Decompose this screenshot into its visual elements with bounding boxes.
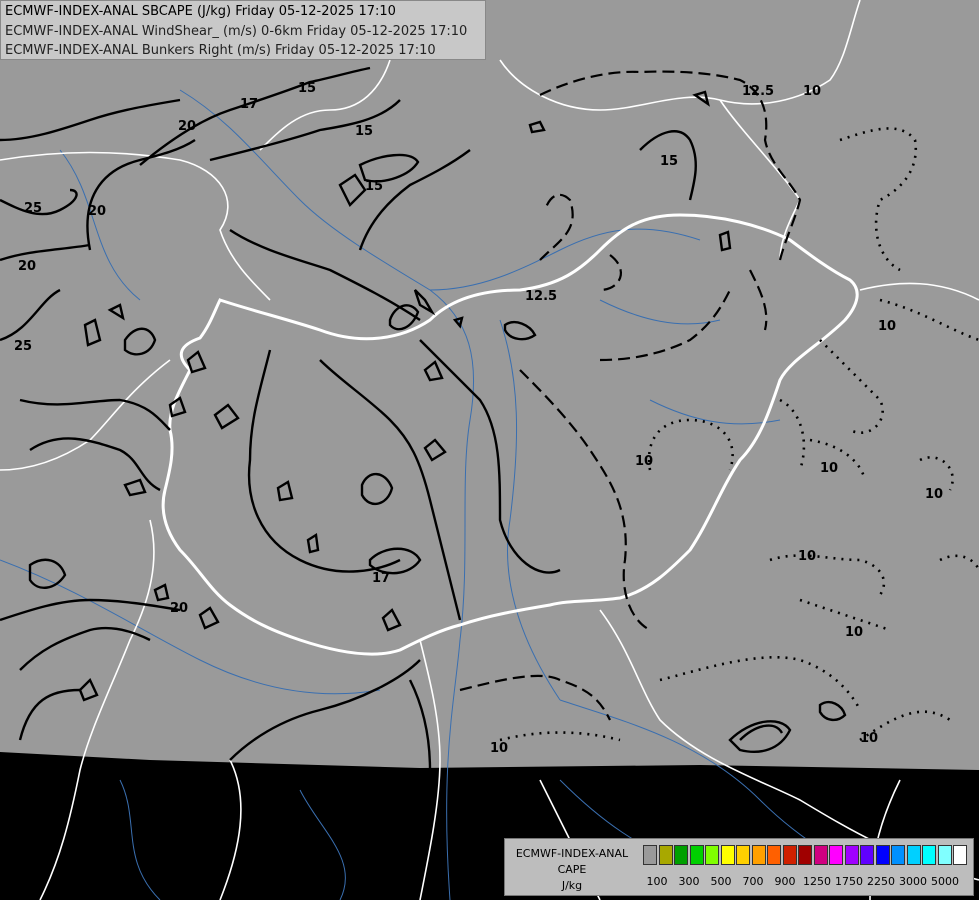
legend-swatch bbox=[736, 845, 750, 865]
legend-swatch bbox=[844, 845, 859, 865]
legend-tick: 900 bbox=[774, 875, 796, 888]
title-windshear: ECMWF-INDEX-ANAL WindShear_ (m/s) 0-6km … bbox=[5, 24, 468, 39]
legend-swatch bbox=[860, 845, 874, 865]
title-sbcape: ECMWF-INDEX-ANAL SBCAPE (J/kg) Friday 05… bbox=[5, 4, 396, 19]
legend-swatch bbox=[798, 845, 812, 865]
model-domain-main bbox=[0, 40, 979, 770]
contour-label: 10 bbox=[798, 549, 816, 564]
legend-tick: 5000 bbox=[931, 875, 959, 888]
legend-swatch bbox=[953, 845, 967, 865]
contour-label: 25 bbox=[14, 339, 32, 354]
contour-label: 10 bbox=[878, 319, 896, 334]
legend-swatch bbox=[643, 845, 657, 865]
contour-label: 10 bbox=[845, 625, 863, 640]
legend-title: ECMWF-INDEX-ANAL bbox=[515, 847, 629, 860]
legend-tick: 700 bbox=[742, 875, 764, 888]
contour-label: 15 bbox=[660, 154, 678, 169]
legend-swatch bbox=[705, 845, 719, 865]
legend-swatch bbox=[720, 845, 735, 865]
legend-tick: 500 bbox=[710, 875, 732, 888]
contour-label: 10 bbox=[925, 487, 943, 502]
contour-label: 25 bbox=[24, 201, 42, 216]
legend-swatch bbox=[922, 845, 936, 865]
contour-label: 20 bbox=[18, 259, 36, 274]
legend-swatch bbox=[782, 845, 797, 865]
legend-swatch bbox=[813, 845, 828, 865]
legend-swatch bbox=[674, 845, 688, 865]
contour-label: 10 bbox=[803, 84, 821, 99]
legend-tick: 100 bbox=[646, 875, 668, 888]
legend-swatch bbox=[767, 845, 781, 865]
contour-label: 20 bbox=[170, 601, 188, 616]
contour-label: 20 bbox=[88, 204, 106, 219]
legend-swatch bbox=[658, 845, 673, 865]
title-bunkers: ECMWF-INDEX-ANAL Bunkers Right (m/s) Fri… bbox=[5, 43, 436, 58]
contour-label: 10 bbox=[820, 461, 838, 476]
contour-label: 17 bbox=[240, 97, 258, 112]
contour-label: 10 bbox=[490, 741, 508, 756]
legend-swatch bbox=[906, 845, 921, 865]
contour-label: 15 bbox=[365, 179, 383, 194]
legend-swatch bbox=[829, 845, 843, 865]
legend-tick: 2250 bbox=[867, 875, 895, 888]
weather-map: 17 15 20 25 20 15 15 25 20 17 20 12.5 12… bbox=[0, 0, 979, 900]
contour-label: 20 bbox=[178, 119, 196, 134]
legend-swatch bbox=[937, 845, 952, 865]
contour-label: 15 bbox=[355, 124, 373, 139]
legend-swatch bbox=[689, 845, 704, 865]
legend-tick: 1750 bbox=[835, 875, 863, 888]
legend-tick: 300 bbox=[678, 875, 700, 888]
map-title-box: ECMWF-INDEX-ANAL SBCAPE (J/kg) Friday 05… bbox=[0, 0, 486, 60]
contour-label: 12.5 bbox=[525, 289, 557, 304]
legend-tick: 3000 bbox=[899, 875, 927, 888]
cape-legend: ECMWF-INDEX-ANAL CAPE J/kg 100 300 500 700 9… bbox=[504, 838, 974, 896]
legend-tick: 1250 bbox=[803, 875, 831, 888]
legend-variable: CAPE bbox=[557, 863, 587, 876]
legend-swatch bbox=[891, 845, 905, 865]
contour-label: 12.5 bbox=[742, 84, 774, 99]
legend-unit: J/kg bbox=[561, 879, 583, 892]
contour-label: 10 bbox=[635, 454, 653, 469]
legend-swatch bbox=[875, 845, 890, 865]
contour-label: 17 bbox=[372, 571, 390, 586]
contour-label: 15 bbox=[298, 81, 316, 96]
legend-swatch bbox=[751, 845, 766, 865]
contour-label: 10 bbox=[860, 731, 878, 746]
